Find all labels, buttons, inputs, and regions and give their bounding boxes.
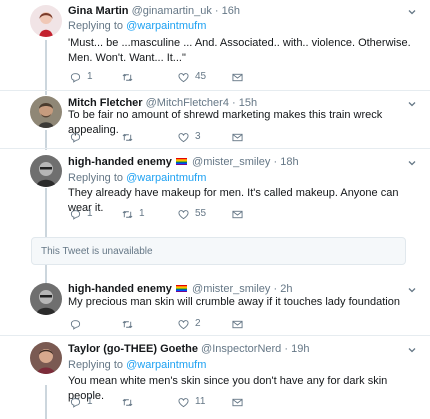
tweet-header: high-handed enemy @mister_smiley · 18h: [68, 156, 299, 168]
like-button[interactable]: 11: [178, 396, 205, 408]
retweet-icon: [122, 210, 133, 218]
like-count: 11: [195, 396, 206, 407]
reply-mention-link[interactable]: @warpaintmufm: [126, 172, 206, 184]
user-handle[interactable]: @mister_smiley: [192, 156, 270, 168]
direct-message-button[interactable]: [232, 396, 243, 408]
tweet-header: Gina Martin @ginamartin_uk · 16h: [68, 5, 240, 17]
reply-mention-link[interactable]: @warpaintmufm: [126, 359, 206, 371]
chevron-down-icon[interactable]: [408, 286, 416, 294]
chevron-down-icon[interactable]: [408, 346, 416, 354]
tweet-high-handed-enemy-reply[interactable]: high-handed enemy @mister_smiley · 2h My…: [0, 277, 430, 332]
user-handle[interactable]: @InspectorNerd: [201, 343, 281, 355]
replying-to: Replying to @warpaintmufm: [68, 172, 207, 184]
direct-message-button[interactable]: [232, 318, 243, 330]
unavailable-tweet-notice: This Tweet is unavailable: [31, 237, 406, 265]
heart-icon: [178, 72, 189, 82]
user-handle[interactable]: @ginamartin_uk: [132, 5, 212, 17]
avatar[interactable]: [30, 96, 62, 128]
tweet-text: 'Must... be ...masculine ... And. Associ…: [68, 37, 411, 64]
heart-icon: [178, 132, 189, 142]
retweet-button[interactable]: [122, 318, 139, 330]
reply-button[interactable]: 1: [70, 208, 93, 220]
retweet-button[interactable]: [122, 396, 139, 408]
reply-icon: [70, 319, 81, 330]
like-button[interactable]: 2: [178, 318, 201, 330]
envelope-icon: [232, 133, 243, 141]
direct-message-button[interactable]: [232, 71, 243, 83]
reply-button[interactable]: 1: [70, 71, 93, 83]
retweet-button[interactable]: [122, 131, 139, 143]
tweet-actions: 1 11: [70, 396, 270, 408]
retweet-button[interactable]: [122, 71, 139, 83]
reply-icon: [70, 72, 81, 83]
heart-icon: [178, 209, 189, 219]
envelope-icon: [232, 210, 243, 218]
reply-button[interactable]: 1: [70, 396, 93, 408]
avatar[interactable]: [30, 342, 62, 374]
tweet-taylor-goethe[interactable]: Taylor (go-THEE) Goethe @InspectorNerd ·…: [0, 336, 430, 419]
replying-to: Replying to @warpaintmufm: [68, 359, 207, 371]
user-handle[interactable]: @mister_smiley: [192, 283, 270, 295]
like-button[interactable]: 45: [178, 71, 206, 83]
retweet-icon: [122, 398, 133, 406]
tweet-gina-martin[interactable]: Gina Martin @ginamartin_uk · 16h Replyin…: [0, 0, 430, 90]
envelope-icon: [232, 320, 243, 328]
like-button[interactable]: 55: [178, 208, 206, 220]
tweet-header: Taylor (go-THEE) Goethe @InspectorNerd ·…: [68, 343, 310, 355]
unavailable-text: This Tweet is unavailable: [41, 246, 153, 257]
avatar[interactable]: [30, 283, 62, 315]
reply-icon: [70, 397, 81, 408]
tweet-text: My precious man skin will crumble away i…: [68, 296, 400, 308]
envelope-icon: [232, 398, 243, 406]
direct-message-button[interactable]: [232, 131, 243, 143]
direct-message-button[interactable]: [232, 208, 243, 220]
timestamp[interactable]: 16h: [222, 5, 240, 17]
retweet-icon: [122, 73, 133, 81]
tweet-actions: 2: [70, 318, 270, 330]
like-count: 3: [195, 131, 201, 142]
tweet-actions: 1 1 55: [70, 208, 270, 220]
reply-icon: [70, 209, 81, 220]
display-name[interactable]: Gina Martin: [68, 5, 129, 17]
reply-count: 1: [87, 208, 93, 219]
retweet-icon: [122, 133, 133, 141]
retweet-button[interactable]: 1: [122, 208, 145, 220]
retweet-count: 1: [139, 208, 145, 219]
reply-count: 1: [87, 71, 93, 82]
tweet-high-handed-enemy[interactable]: high-handed enemy @mister_smiley · 18h R…: [0, 149, 430, 229]
tweet-actions: 3: [70, 131, 270, 143]
reply-icon: [70, 132, 81, 143]
like-count: 55: [195, 208, 207, 219]
tweet-thread: Gina Martin @ginamartin_uk · 16h Replyin…: [0, 0, 430, 419]
reply-count: 1: [87, 396, 93, 407]
reply-button[interactable]: [70, 131, 87, 143]
tweet-actions: 1 45: [70, 71, 270, 83]
reply-button[interactable]: [70, 318, 87, 330]
tweet-mitch-fletcher[interactable]: Mitch Fletcher @MitchFletcher4 · 15h To …: [0, 91, 430, 146]
chevron-down-icon[interactable]: [408, 159, 416, 167]
like-button[interactable]: 3: [178, 131, 201, 143]
retweet-icon: [122, 320, 133, 328]
like-count: 45: [195, 71, 207, 82]
avatar[interactable]: [30, 155, 62, 187]
rainbow-flag-icon: [175, 158, 187, 165]
display-name[interactable]: high-handed enemy: [68, 156, 172, 168]
replying-to: Replying to @warpaintmufm: [68, 20, 207, 32]
chevron-down-icon[interactable]: [408, 8, 416, 16]
timestamp[interactable]: 18h: [280, 156, 298, 168]
heart-icon: [178, 319, 189, 329]
like-count: 2: [195, 318, 201, 329]
display-name[interactable]: Taylor (go-THEE) Goethe: [68, 343, 198, 355]
reply-mention-link[interactable]: @warpaintmufm: [126, 20, 206, 32]
chevron-down-icon[interactable]: [408, 100, 416, 108]
timestamp[interactable]: 19h: [291, 343, 309, 355]
heart-icon: [178, 397, 189, 407]
avatar[interactable]: [30, 5, 62, 37]
display-name[interactable]: high-handed enemy: [68, 283, 172, 295]
timestamp[interactable]: 2h: [280, 283, 292, 295]
envelope-icon: [232, 73, 243, 81]
rainbow-flag-icon: [175, 285, 187, 292]
